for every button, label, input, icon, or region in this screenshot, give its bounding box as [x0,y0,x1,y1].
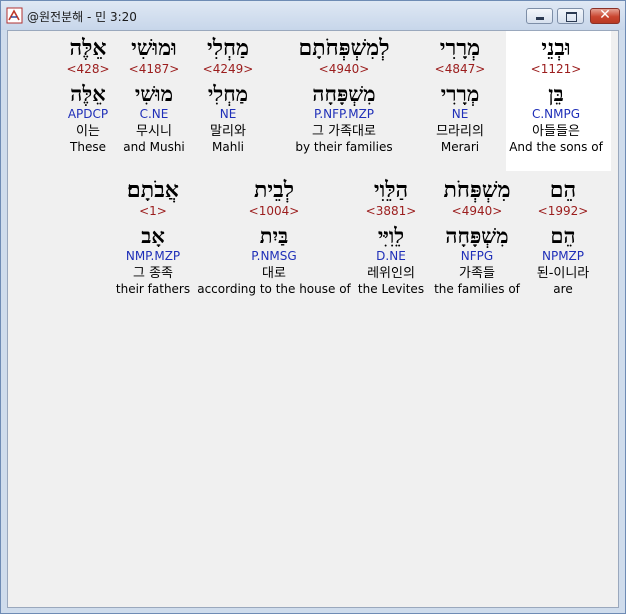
lemma: מְרָרִי [440,81,480,106]
grammar-code: C.NE [139,107,169,121]
korean-gloss: 레위인의 [367,266,415,281]
app-window: @원전분해 - 민 3:20 ✕ וּבְנֵי <1121> בֵּן C.NMPG… [0,0,626,614]
app-logo-icon [6,7,23,24]
grammar-code: NPMZP [541,249,585,263]
english-gloss: by their families [295,140,393,154]
close-icon: ✕ [599,7,611,23]
lemma: מִשְׁפָּחָה [312,81,376,106]
lemma: בֵּן [548,81,564,106]
lemma: אֵלֶּה [70,81,106,106]
window-title: @원전분해 - 민 3:20 [27,10,137,24]
hebrew-word: לְמִשְׁפְּחֹתָם [298,35,390,61]
strong-number: <1121> [530,62,582,76]
title-bar[interactable]: @원전분해 - 민 3:20 ✕ [1,1,625,30]
strong-number: <4187> [128,62,180,76]
lemma: מוּשִׁי [134,81,174,106]
word-column[interactable]: אֲבֹתָם׃ <1> אָב NMP.MZP 그 종족 their fathers [116,177,190,297]
word-column[interactable]: לְמִשְׁפְּחֹתָם <4940> מִשְׁפָּחָה P.NFP.MZ… [295,35,392,155]
word-column[interactable]: מִשְׁפְּחֹת <4940> מִשְׁפָּחָה NFPG 가족들 the f… [434,177,520,297]
korean-gloss: 그 가족대로 [312,124,376,139]
word-column[interactable]: מַחְלִי <4249> מַחְלִי NE 말리와 Mahli [203,35,254,155]
english-gloss: according to the house of [197,282,351,296]
grammar-code: NMP.MZP [125,249,181,263]
hebrew-word: הֵם [549,177,577,203]
grammar-code: P.NFP.MZP [313,107,375,121]
lemma: מִשְׁפָּחָה [445,223,509,248]
english-gloss: and Mushi [123,140,185,154]
grammar-code: C.NMPG [531,107,581,121]
korean-gloss: 그 종족 [132,266,174,281]
maximize-button[interactable] [557,8,584,24]
hebrew-word: וּבְנֵי [541,35,571,61]
english-gloss: their fathers [115,282,191,296]
strong-number: <4847> [434,62,486,76]
lemma: בַּיִת [259,223,289,248]
word-column[interactable]: לְבֵית <1004> בַּיִת P.NMSG 대로 according to t… [197,177,351,297]
hebrew-word: הַלֵּוִי [373,177,409,203]
hebrew-word: מְרָרִי [439,35,481,61]
korean-gloss: 말리와 [210,124,246,139]
strong-number: <4940> [451,204,503,218]
english-gloss: Merari [440,140,480,154]
english-gloss: the families of [434,282,520,296]
grammar-code: APDCP [67,107,109,121]
lemma: אָב [141,223,165,248]
hebrew-word: מִשְׁפְּחֹת [443,177,511,203]
word-column[interactable]: וּבְנֵי <1121> בֵּן C.NMPG 아들들은 And the sons … [509,35,603,155]
korean-gloss: 가족들 [459,266,495,281]
grammar-code: NE [451,107,469,121]
english-gloss: the Levites [357,282,425,296]
lemma: לֵוִיִּי [377,223,405,248]
word-column[interactable]: הַלֵּוִי <3881> לֵוִיִּי D.NE 레위인의 the Levite… [358,177,424,297]
strong-number: <428> [66,62,110,76]
analysis-panel: וּבְנֵי <1121> בֵּן C.NMPG 아들들은 And the sons … [7,30,619,608]
strong-number: <3881> [365,204,417,218]
grammar-code: NFPG [460,249,494,263]
minimize-button[interactable] [526,8,553,24]
english-gloss: are [553,282,573,296]
grammar-code: P.NMSG [251,249,297,263]
hebrew-word: וּמוּשִׁי [131,35,177,61]
english-gloss: These [70,140,106,154]
hebrew-word: לְבֵית [253,177,295,203]
strong-number: <4940> [318,62,370,76]
word-column[interactable]: מְרָרִי <4847> מְרָרִי NE 므라리의 Merari [435,35,486,155]
lemma: הֵם [550,223,576,248]
strong-number: <4249> [202,62,254,76]
korean-gloss: 대로 [262,266,286,281]
word-column[interactable]: אֵלֶּה <428> אֵלֶּה APDCP 이는 These [66,35,109,155]
strong-number: <1992> [537,204,589,218]
hebrew-word: אֲבֹתָם׃ [127,177,179,203]
korean-gloss: 된-이니라 [536,266,590,281]
english-gloss: Mahli [212,140,244,154]
korean-gloss: 무시니 [136,124,172,139]
word-column[interactable]: וּמוּשִׁי <4187> מוּשִׁי C.NE 무시니 and Mushi [123,35,185,155]
korean-gloss: 이는 [76,124,100,139]
grammar-code: D.NE [376,249,406,263]
english-gloss: And the sons of [509,140,603,154]
word-column[interactable]: הֵם <1992> הֵם NPMZP 된-이니라 are [537,177,590,297]
strong-number: <1> [139,204,167,218]
hebrew-word: אֵלֶּה [69,35,107,61]
hebrew-word: מַחְלִי [206,35,250,61]
lemma: מַחְלִי [207,81,249,106]
close-button[interactable]: ✕ [590,7,620,24]
korean-gloss: 므라리의 [436,124,484,139]
grammar-code: NE [219,107,237,121]
korean-gloss: 아들들은 [532,124,580,139]
strong-number: <1004> [248,204,300,218]
